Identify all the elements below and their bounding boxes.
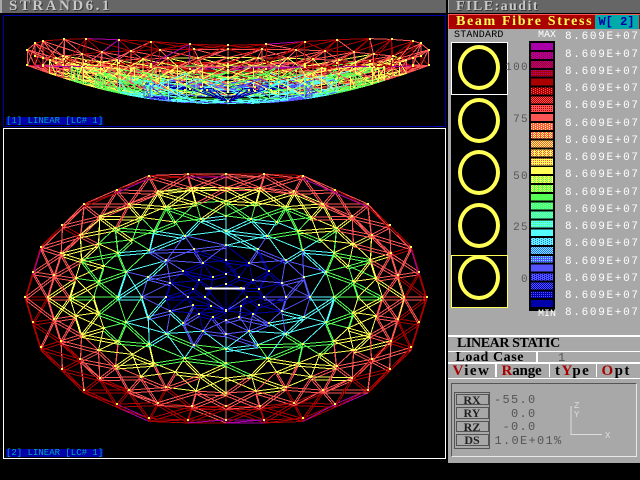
svg-text:Y: Y bbox=[574, 410, 580, 420]
svg-text:X: X bbox=[605, 431, 611, 441]
